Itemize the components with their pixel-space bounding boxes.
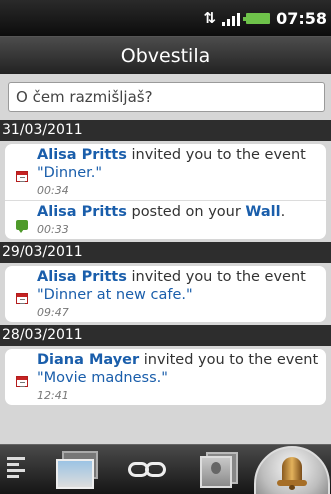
notification-card: Alisa Pritts invited you to the event "D… — [5, 144, 326, 239]
status-icons: ⇅ 07:58 — [203, 9, 327, 28]
notification-time: 09:47 — [37, 306, 69, 319]
notification-item[interactable]: Alisa Pritts invited you to the event "D… — [5, 144, 326, 200]
notes-icon — [7, 457, 29, 483]
status-update-input[interactable]: O čem razmišljaš? — [8, 82, 325, 112]
event-link[interactable]: Dinner at new cafe — [44, 287, 182, 303]
date-header: 29/03/2011 — [0, 242, 331, 263]
notification-item[interactable]: Alisa Pritts posted on your Wall. 00:33 — [5, 200, 326, 239]
notification-card: Diana Mayer invited you to the event "Mo… — [5, 349, 326, 405]
usb-debug-icon: ⇅ — [203, 9, 217, 27]
actor-link[interactable]: Alisa Pritts — [37, 204, 127, 220]
signal-icon — [222, 12, 241, 26]
event-link[interactable]: Movie madness — [44, 370, 157, 386]
people-icon — [200, 452, 240, 488]
notification-time: 00:34 — [37, 184, 69, 197]
wall-post-icon — [16, 219, 28, 233]
bottom-tab-bar — [0, 444, 331, 494]
status-bar: ⇅ 07:58 — [0, 0, 331, 36]
photos-icon — [56, 451, 100, 489]
calendar-icon — [16, 293, 28, 304]
tab-notes[interactable] — [0, 445, 36, 494]
status-time: 07:58 — [276, 9, 327, 28]
notification-item[interactable]: Diana Mayer invited you to the event "Mo… — [5, 349, 326, 405]
date-header: 28/03/2011 — [0, 325, 331, 346]
calendar-icon — [16, 171, 28, 182]
tab-notifications[interactable] — [252, 445, 331, 494]
links-icon — [128, 461, 168, 479]
event-link[interactable]: Dinner — [44, 165, 91, 181]
bell-icon — [276, 455, 307, 490]
date-header: 31/03/2011 — [0, 120, 331, 141]
page-title: Obvestila — [0, 36, 331, 74]
notification-text: Alisa Pritts invited you to the event "D… — [37, 269, 306, 303]
tab-people[interactable] — [190, 445, 250, 494]
notification-item[interactable]: Alisa Pritts invited you to the event "D… — [5, 266, 326, 322]
actor-link[interactable]: Alisa Pritts — [37, 269, 127, 285]
composer-bar: O čem razmišljaš? — [0, 74, 331, 120]
notification-text: Alisa Pritts posted on your Wall. — [37, 204, 286, 220]
wall-link[interactable]: Wall — [245, 204, 280, 220]
tab-links[interactable] — [118, 445, 178, 494]
tab-photos[interactable] — [48, 445, 108, 494]
calendar-icon — [16, 376, 28, 387]
notification-time: 12:41 — [37, 389, 69, 402]
actor-link[interactable]: Alisa Pritts — [37, 147, 127, 163]
notification-text: Alisa Pritts invited you to the event "D… — [37, 147, 306, 181]
battery-icon — [243, 13, 271, 24]
notification-time: 00:33 — [37, 223, 69, 236]
active-tab-highlight — [253, 446, 330, 494]
notification-text: Diana Mayer invited you to the event "Mo… — [37, 352, 319, 386]
notification-card: Alisa Pritts invited you to the event "D… — [5, 266, 326, 322]
actor-link[interactable]: Diana Mayer — [37, 352, 139, 368]
notifications-feed[interactable]: 31/03/2011 Alisa Pritts invited you to t… — [0, 120, 331, 444]
